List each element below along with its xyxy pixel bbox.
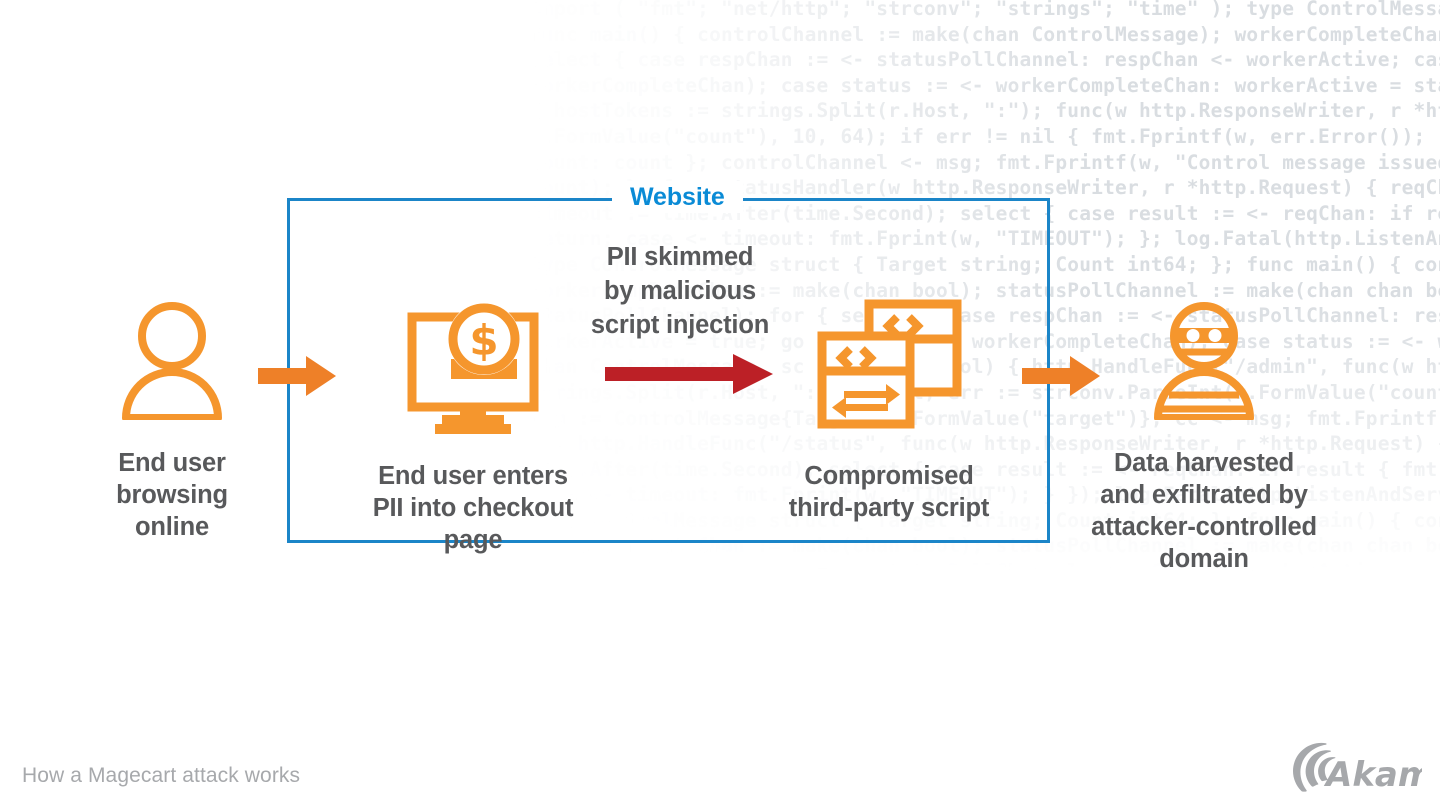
svg-text:$: $ [469, 316, 498, 365]
masked-attacker-icon [1070, 300, 1338, 425]
akamai-logo: Akamai [1272, 733, 1440, 800]
page-caption: How a Magecart attack works [22, 764, 301, 787]
arrow-checkout-to-script-icon [605, 352, 773, 401]
node-attacker: Data harvested and exfiltrated by attack… [1070, 300, 1338, 575]
background-code-line: { hostTokens := strings.Split(r.Host, ":… [530, 99, 1440, 123]
node-end-user-label: End user browsing online [116, 449, 228, 541]
node-end-user: End user browsing online [52, 300, 292, 543]
node-third-party-script-label: Compromised third-party script [788, 462, 990, 522]
background-code-line: r.FormValue("count"), 10, 64); if err !=… [530, 124, 1440, 148]
node-checkout-label: End user enters PII into checkout page [372, 462, 574, 554]
background-code-line: select { case respChan := <- statusPollC… [530, 48, 1440, 72]
arrow-script-to-attacker-icon [1022, 356, 1100, 401]
background-code-line: func main() { controlChannel := make(cha… [530, 22, 1440, 46]
background-code-line: import ( "fmt"; "net/http"; "strconv"; "… [530, 0, 1440, 20]
person-icon [52, 300, 292, 425]
arrow-user-to-checkout-icon [258, 356, 336, 401]
skim-annotation: PII skimmed by malicious script injectio… [590, 243, 770, 339]
node-attacker-label: Data harvested and exfiltrated by attack… [1091, 449, 1317, 573]
akamai-logo-text: Akamai [1323, 755, 1422, 795]
background-code-line: workerCompleteChan); case status := <- w… [530, 73, 1440, 97]
background-code-line: Count: count }; controlChannel <- msg; f… [530, 150, 1440, 174]
website-boundary-label: Website [612, 181, 743, 213]
